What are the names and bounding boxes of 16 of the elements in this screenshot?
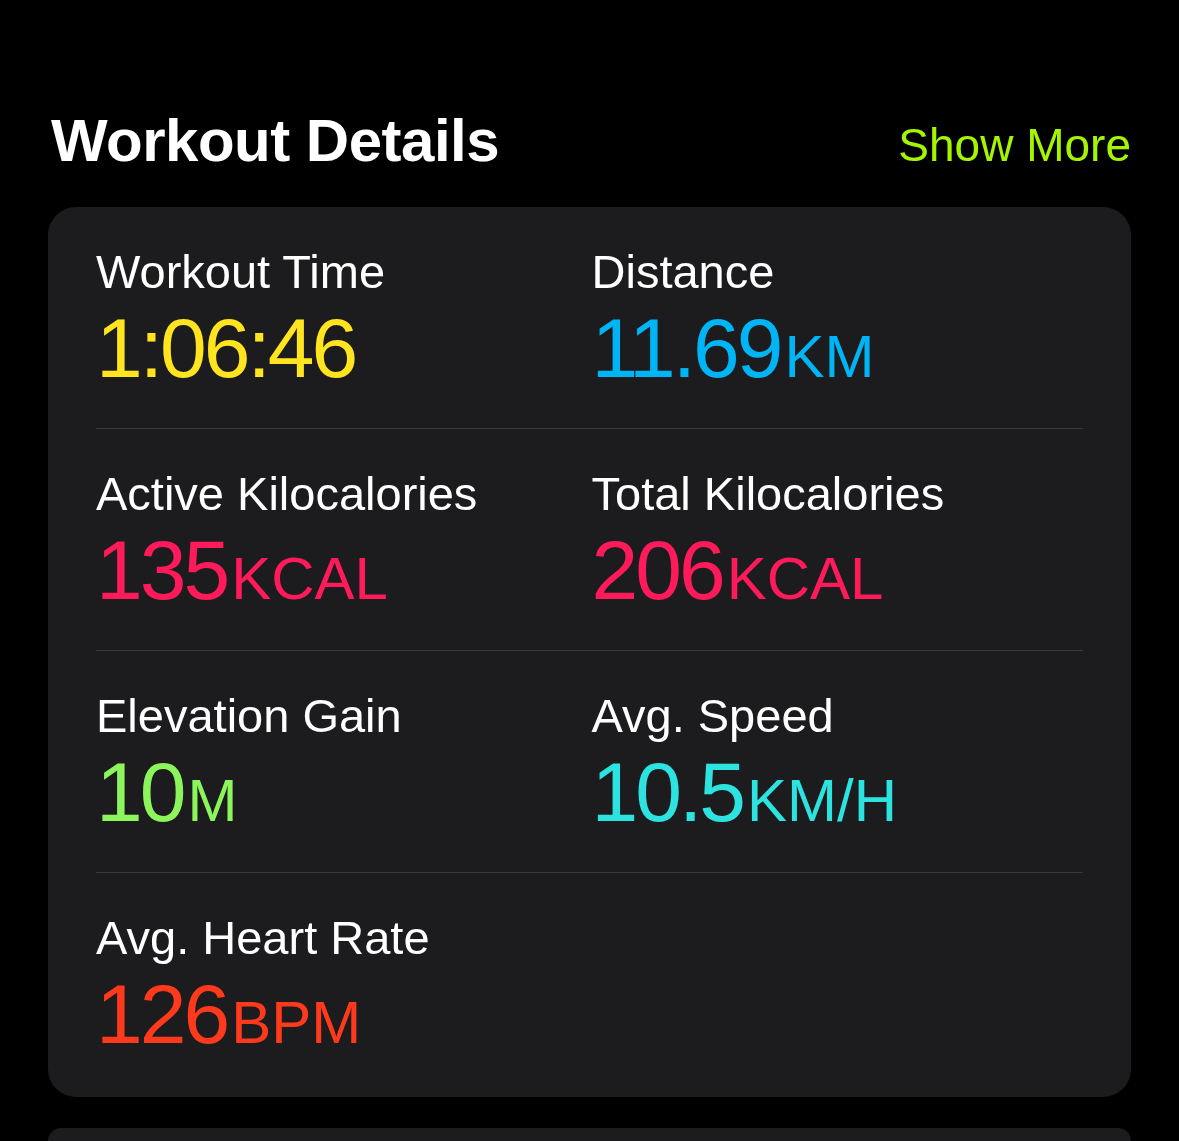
metric-label: Active Kilocalories bbox=[96, 467, 479, 521]
metric-label: Avg. Heart Rate bbox=[96, 911, 431, 965]
show-more-link[interactable]: Show More bbox=[898, 118, 1131, 172]
metric-value: 10.5KM/H bbox=[591, 747, 898, 841]
metric-value: 206KCAL bbox=[591, 525, 885, 619]
metric-label: Distance bbox=[591, 245, 776, 299]
section-title: Workout Details bbox=[51, 105, 500, 175]
metric-label: Elevation Gain bbox=[96, 689, 403, 743]
metric-value: 135KCAL bbox=[96, 525, 389, 619]
metric-label: Total Kilocalories bbox=[591, 467, 946, 521]
metric-value: 126BPM bbox=[96, 969, 363, 1063]
metric-label: Avg. Speed bbox=[591, 689, 835, 743]
metric-label: Workout Time bbox=[96, 245, 387, 299]
metric-value: 10M bbox=[96, 747, 239, 841]
metric-value: 11.69KM bbox=[591, 303, 876, 397]
metric-value: 1:06:46 bbox=[96, 303, 357, 397]
